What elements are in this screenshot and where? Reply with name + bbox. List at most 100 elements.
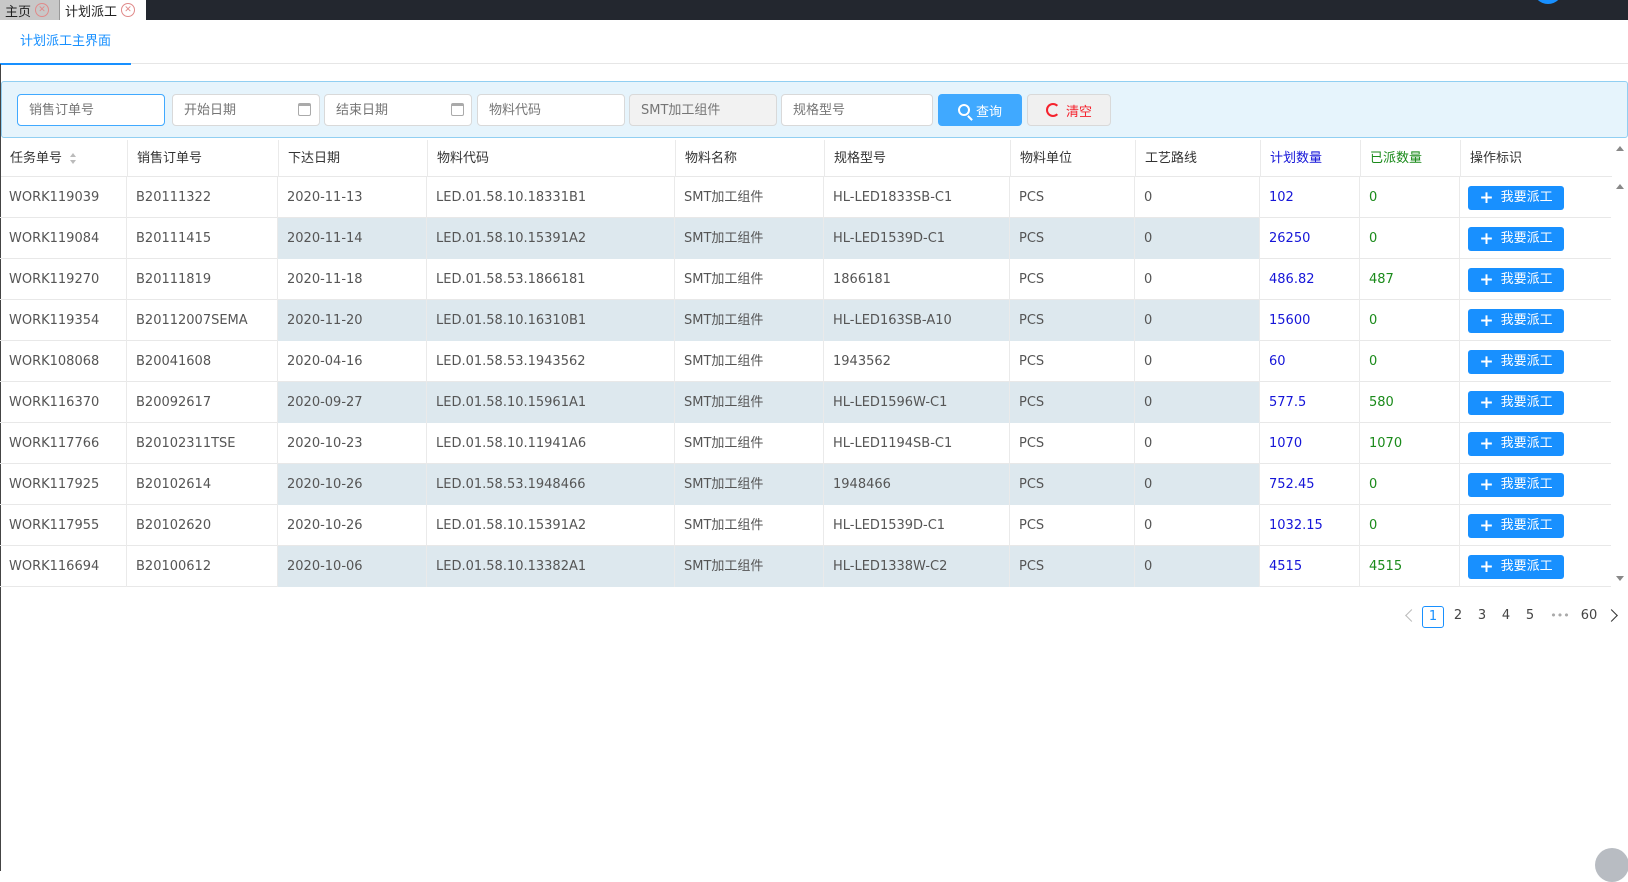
sort-icon[interactable] [70,153,77,164]
table-row: WORK119270 B20111819 2020-11-18 LED.01.58.5… [0,259,1611,300]
top-bar [0,0,1628,20]
plus-icon: + [1479,311,1494,331]
plus-icon: + [1479,270,1494,290]
cell-name: SMT加工组件 [675,464,824,505]
dispatch-button[interactable]: + 我要派工 [1468,350,1564,374]
cell-date: 2020-10-23 [278,423,427,464]
plus-icon: + [1479,393,1494,413]
tab-home-close-icon[interactable]: ✕ [35,3,50,17]
dispatch-label: 我要派工 [1500,477,1553,492]
clear-button[interactable]: 清空 [1027,94,1111,126]
cell-action: + 我要派工 [1460,464,1611,505]
cell-plan: 486.82 [1260,259,1360,300]
page-2[interactable]: 2 [1447,606,1469,628]
material-code-input[interactable] [477,94,625,126]
cell-route: 0 [1135,300,1260,341]
col-sent-qty: 已派数量 [1361,140,1461,177]
dispatch-button[interactable]: + 我要派工 [1468,309,1564,333]
cell-order: B20112007SEMA [127,300,278,341]
page-ellipsis[interactable]: ••• [1545,606,1575,628]
cell-date: 2020-10-26 [278,464,427,505]
tab-home-label: 主页 [5,4,32,20]
cell-spec: HL-LED1539D-C1 [824,505,1010,546]
cell-action: + 我要派工 [1460,218,1611,259]
cell-plan: 577.5 [1260,382,1360,423]
cell-task: WORK116370 [0,382,127,423]
cell-action: + 我要派工 [1460,546,1611,587]
scroll-down-icon[interactable] [1616,576,1624,581]
cell-unit: PCS [1010,341,1135,382]
cell-action: + 我要派工 [1460,177,1611,218]
cell-order: B20100612 [127,546,278,587]
cell-task: WORK119270 [0,259,127,300]
expand-icon[interactable] [1595,848,1628,882]
dispatch-button[interactable]: + 我要派工 [1468,432,1564,456]
cell-code: LED.01.58.10.15391A2 [427,505,675,546]
cell-task: WORK119039 [0,177,127,218]
cell-plan: 1032.15 [1260,505,1360,546]
cell-route: 0 [1135,177,1260,218]
cell-name: SMT加工组件 [675,505,824,546]
prev-page-icon[interactable] [1405,609,1418,622]
cell-name: SMT加工组件 [675,259,824,300]
scroll-up-icon[interactable] [1616,184,1624,189]
cell-date: 2020-10-06 [278,546,427,587]
query-button[interactable]: 查询 [938,94,1022,126]
dispatch-button[interactable]: + 我要派工 [1468,268,1564,292]
table-row: WORK117955 B20102620 2020-10-26 LED.01.58.1… [0,505,1611,546]
sales-order-input[interactable] [17,94,165,126]
cell-task: WORK117766 [0,423,127,464]
spec-input[interactable] [781,94,933,126]
cell-plan: 60 [1260,341,1360,382]
cell-plan: 1070 [1260,423,1360,464]
end-date-input[interactable] [324,94,472,126]
user-avatar[interactable] [1533,0,1563,4]
tab-home[interactable]: 主页 ✕ [0,0,60,20]
table-scrollbar[interactable] [1612,140,1628,587]
dispatch-button[interactable]: + 我要派工 [1468,227,1564,251]
subtab-main[interactable]: 计划派工主界面 [0,20,131,65]
cell-task: WORK117955 [0,505,127,546]
page-last[interactable]: 60 [1577,606,1601,628]
cell-action: + 我要派工 [1460,382,1611,423]
cell-spec: 1948466 [824,464,1010,505]
reload-icon [1045,103,1060,117]
dispatch-button[interactable]: + 我要派工 [1468,391,1564,415]
cell-order: B20102311TSE [127,423,278,464]
cell-task: WORK119084 [0,218,127,259]
dispatch-button[interactable]: + 我要派工 [1468,555,1564,579]
plus-icon: + [1479,475,1494,495]
tab-plan-dispatch[interactable]: 计划派工 ✕ [60,0,146,20]
cell-sent: 580 [1360,382,1460,423]
cell-order: B20111819 [127,259,278,300]
tab-plan-dispatch-close-icon[interactable]: ✕ [121,3,136,17]
page-5[interactable]: 5 [1519,606,1541,628]
sub-tab-bar: 计划派工主界面 [0,20,1628,65]
dispatch-button[interactable]: + 我要派工 [1468,514,1564,538]
cell-code: LED.01.58.53.1866181 [427,259,675,300]
cell-spec: HL-LED1833SB-C1 [824,177,1010,218]
cell-task: WORK108068 [0,341,127,382]
cell-route: 0 [1135,218,1260,259]
dispatch-label: 我要派工 [1500,436,1553,451]
cell-sent: 0 [1360,341,1460,382]
page-3[interactable]: 3 [1471,606,1493,628]
dispatch-label: 我要派工 [1500,313,1553,328]
col-spec: 规格型号 [825,140,1011,177]
scroll-up-icon[interactable] [1616,146,1624,151]
dispatch-button[interactable]: + 我要派工 [1468,186,1564,210]
dispatch-label: 我要派工 [1500,231,1553,246]
plus-icon: + [1479,352,1494,372]
col-task[interactable]: 任务单号 [1,140,128,177]
page-4[interactable]: 4 [1495,606,1517,628]
cell-task: WORK116694 [0,546,127,587]
next-page-icon[interactable] [1605,609,1618,622]
table-row: WORK108068 B20041608 2020-04-16 LED.01.58.5… [0,341,1611,382]
dispatch-button[interactable]: + 我要派工 [1468,473,1564,497]
col-route: 工艺路线 [1136,140,1261,177]
page-1[interactable]: 1 [1422,606,1444,628]
query-label: 查询 [975,103,1002,119]
cell-action: + 我要派工 [1460,259,1611,300]
dispatch-label: 我要派工 [1500,190,1553,205]
cell-spec: HL-LED1194SB-C1 [824,423,1010,464]
